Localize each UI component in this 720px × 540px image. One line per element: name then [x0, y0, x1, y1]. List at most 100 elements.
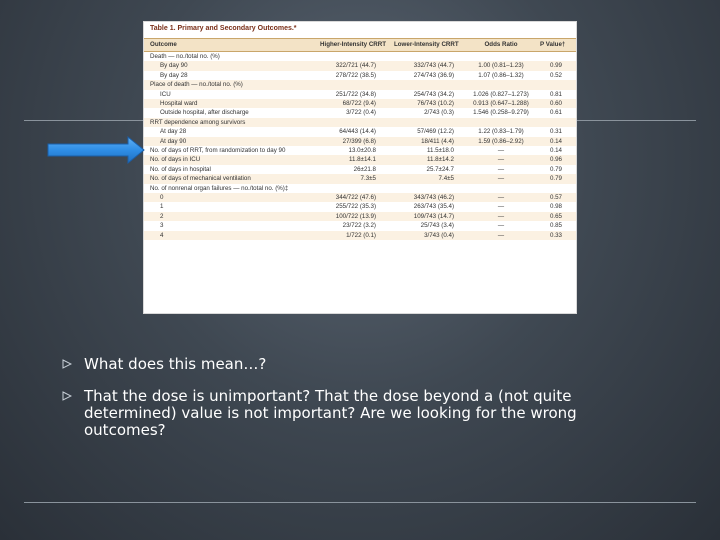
row-cell: 7.3±5	[360, 175, 376, 183]
row-cell: 0.65	[549, 212, 562, 220]
row-label: ICU	[160, 90, 171, 98]
row-cell: 0.99	[549, 62, 562, 70]
row-label: 1	[160, 203, 164, 211]
row-label: 2	[160, 212, 164, 220]
bottom-divider-line	[24, 502, 696, 503]
row-label: By day 28	[160, 71, 188, 79]
row-cell: 0.60	[549, 100, 562, 107]
row-label: Death — no./total no. (%)	[150, 53, 220, 60]
row-cell: 0.79	[549, 165, 562, 173]
row-cell: —	[497, 175, 505, 183]
row-cell: —	[497, 156, 505, 164]
col-header-outcome: Outcome	[150, 41, 177, 48]
row-cell: 3/722 (0.4)	[346, 109, 376, 117]
row-label: 0	[160, 194, 164, 201]
row-cell: 0.81	[549, 90, 562, 98]
bullet-list: What does this mean…? That the dose is u…	[62, 356, 622, 454]
row-cell: 1.026 (0.827–1.273)	[473, 90, 529, 98]
col-header-pvalue: P Value†	[540, 41, 566, 48]
row-label: Place of death — no./total no. (%)	[150, 81, 243, 89]
row-label: By day 90	[160, 62, 188, 70]
row-cell: 57/469 (12.2)	[417, 128, 454, 136]
row-label: No. of days of mechanical ventilation	[150, 175, 251, 183]
bullet-item: What does this mean…?	[62, 356, 622, 373]
row-cell: 0.31	[549, 128, 562, 136]
row-cell: 343/743 (46.2)	[413, 194, 454, 201]
table-row: 0 344/722 (47.6) 343/743 (46.2) — 0.57	[144, 193, 576, 203]
row-cell: 332/743 (44.7)	[413, 62, 454, 70]
row-cell: 274/743 (36.9)	[413, 71, 454, 79]
table-row: No. of nonrenal organ failures — no./tot…	[144, 184, 576, 193]
row-label: Hospital ward	[160, 100, 198, 107]
row-label: No. of nonrenal organ failures — no./tot…	[150, 184, 289, 192]
table-row: At day 90 27/399 (6.8) 18/411 (4.4) 1.59 (0…	[144, 136, 576, 146]
bullet-text: That the dose is unimportant? That the d…	[84, 387, 577, 439]
row-label: 3	[160, 222, 164, 230]
row-cell: 7.4±5	[438, 175, 454, 183]
row-cell: 0.57	[549, 194, 562, 201]
row-cell: —	[497, 222, 505, 230]
bullet-item: That the dose is unimportant? That the d…	[62, 388, 622, 439]
row-cell: 1.22 (0.83–1.79)	[478, 128, 524, 136]
row-label: No. of days in hospital	[150, 165, 211, 173]
row-cell: —	[497, 165, 505, 173]
row-cell: 3/743 (0.4)	[424, 231, 454, 239]
row-cell: 100/722 (13.9)	[335, 212, 376, 220]
table-row: By day 28 278/722 (38.5) 274/743 (36.9) 1.0…	[144, 71, 576, 80]
row-label: Outside hospital, after discharge	[160, 109, 249, 117]
row-cell: 322/721 (44.7)	[335, 62, 376, 70]
table-row: Outside hospital, after discharge 3/722 (…	[144, 108, 576, 117]
row-cell: 64/443 (14.4)	[339, 128, 376, 136]
row-label: At day 28	[160, 128, 187, 136]
row-cell: 11.8±14.2	[426, 156, 454, 164]
row-cell: 1/722 (0.1)	[346, 231, 376, 239]
row-cell: 0.33	[549, 231, 562, 239]
right-arrow-icon	[47, 135, 145, 165]
table-row: Hospital ward 68/722 (9.4) 76/743 (10.2) 0.…	[144, 99, 576, 109]
row-cell: 1.07 (0.86–1.32)	[478, 71, 524, 79]
row-cell: 1.546 (0.258–9.279)	[473, 109, 529, 117]
row-cell: 25.7±24.7	[426, 165, 454, 173]
row-label: 4	[160, 231, 164, 239]
table-header: Outcome Higher-Intensity CRRT Lower-Inte…	[144, 38, 576, 52]
row-label: No. of days of RRT, from randomization t…	[150, 147, 286, 154]
row-cell: 0.52	[549, 71, 562, 79]
row-cell: 23/722 (3.2)	[342, 222, 376, 230]
col-header-higher: Higher-Intensity CRRT	[320, 41, 387, 48]
table-row: No. of days of mechanical ventilation 7.3…	[144, 174, 576, 184]
row-cell: —	[497, 212, 505, 220]
bullet-text: What does this mean…?	[84, 355, 267, 373]
row-cell: —	[497, 231, 505, 239]
row-cell: 18/411 (4.4)	[421, 137, 454, 145]
row-cell: 263/743 (35.4)	[413, 203, 454, 211]
col-header-odds: Odds Ratio	[484, 41, 518, 48]
bullet-marker-icon	[62, 391, 72, 401]
table-row: 3 23/722 (3.2) 25/743 (3.4) — 0.85	[144, 221, 576, 230]
row-cell: 1.59 (0.86–2.92)	[478, 137, 524, 145]
table-row: 4 1/722 (0.1) 3/743 (0.4) — 0.33	[144, 230, 576, 240]
row-cell: 11.8±14.1	[348, 156, 376, 164]
row-cell: 109/743 (14.7)	[413, 212, 454, 220]
table-row: No. of days of RRT, from randomization t…	[144, 146, 576, 155]
table-title: Table 1. Primary and Secondary Outcomes.…	[150, 25, 297, 32]
row-cell: 0.14	[549, 147, 562, 154]
row-cell: 27/399 (6.8)	[342, 137, 376, 145]
row-cell: 76/743 (10.2)	[417, 100, 454, 107]
row-cell: 26±21.8	[353, 165, 376, 173]
row-cell: 255/722 (35.3)	[335, 203, 376, 211]
row-cell: 278/722 (38.5)	[335, 71, 376, 79]
table-row: Place of death — no./total no. (%)	[144, 80, 576, 90]
row-cell: 0.96	[549, 156, 562, 164]
row-cell: 254/743 (34.2)	[413, 90, 454, 98]
row-label: RRT dependence among survivors	[150, 118, 246, 126]
row-cell: 344/722 (47.6)	[335, 194, 376, 201]
row-cell: 0.85	[549, 222, 562, 230]
row-cell: 0.98	[549, 203, 562, 211]
row-cell: 0.61	[549, 109, 562, 117]
table-row: By day 90 322/721 (44.7) 332/743 (44.7) 1.0…	[144, 61, 576, 71]
row-cell: 25/743 (3.4)	[420, 222, 454, 230]
row-cell: 68/722 (9.4)	[342, 100, 376, 107]
row-label: At day 90	[160, 137, 187, 145]
row-cell: 1.00 (0.81–1.23)	[478, 62, 524, 70]
row-cell: —	[497, 194, 505, 201]
